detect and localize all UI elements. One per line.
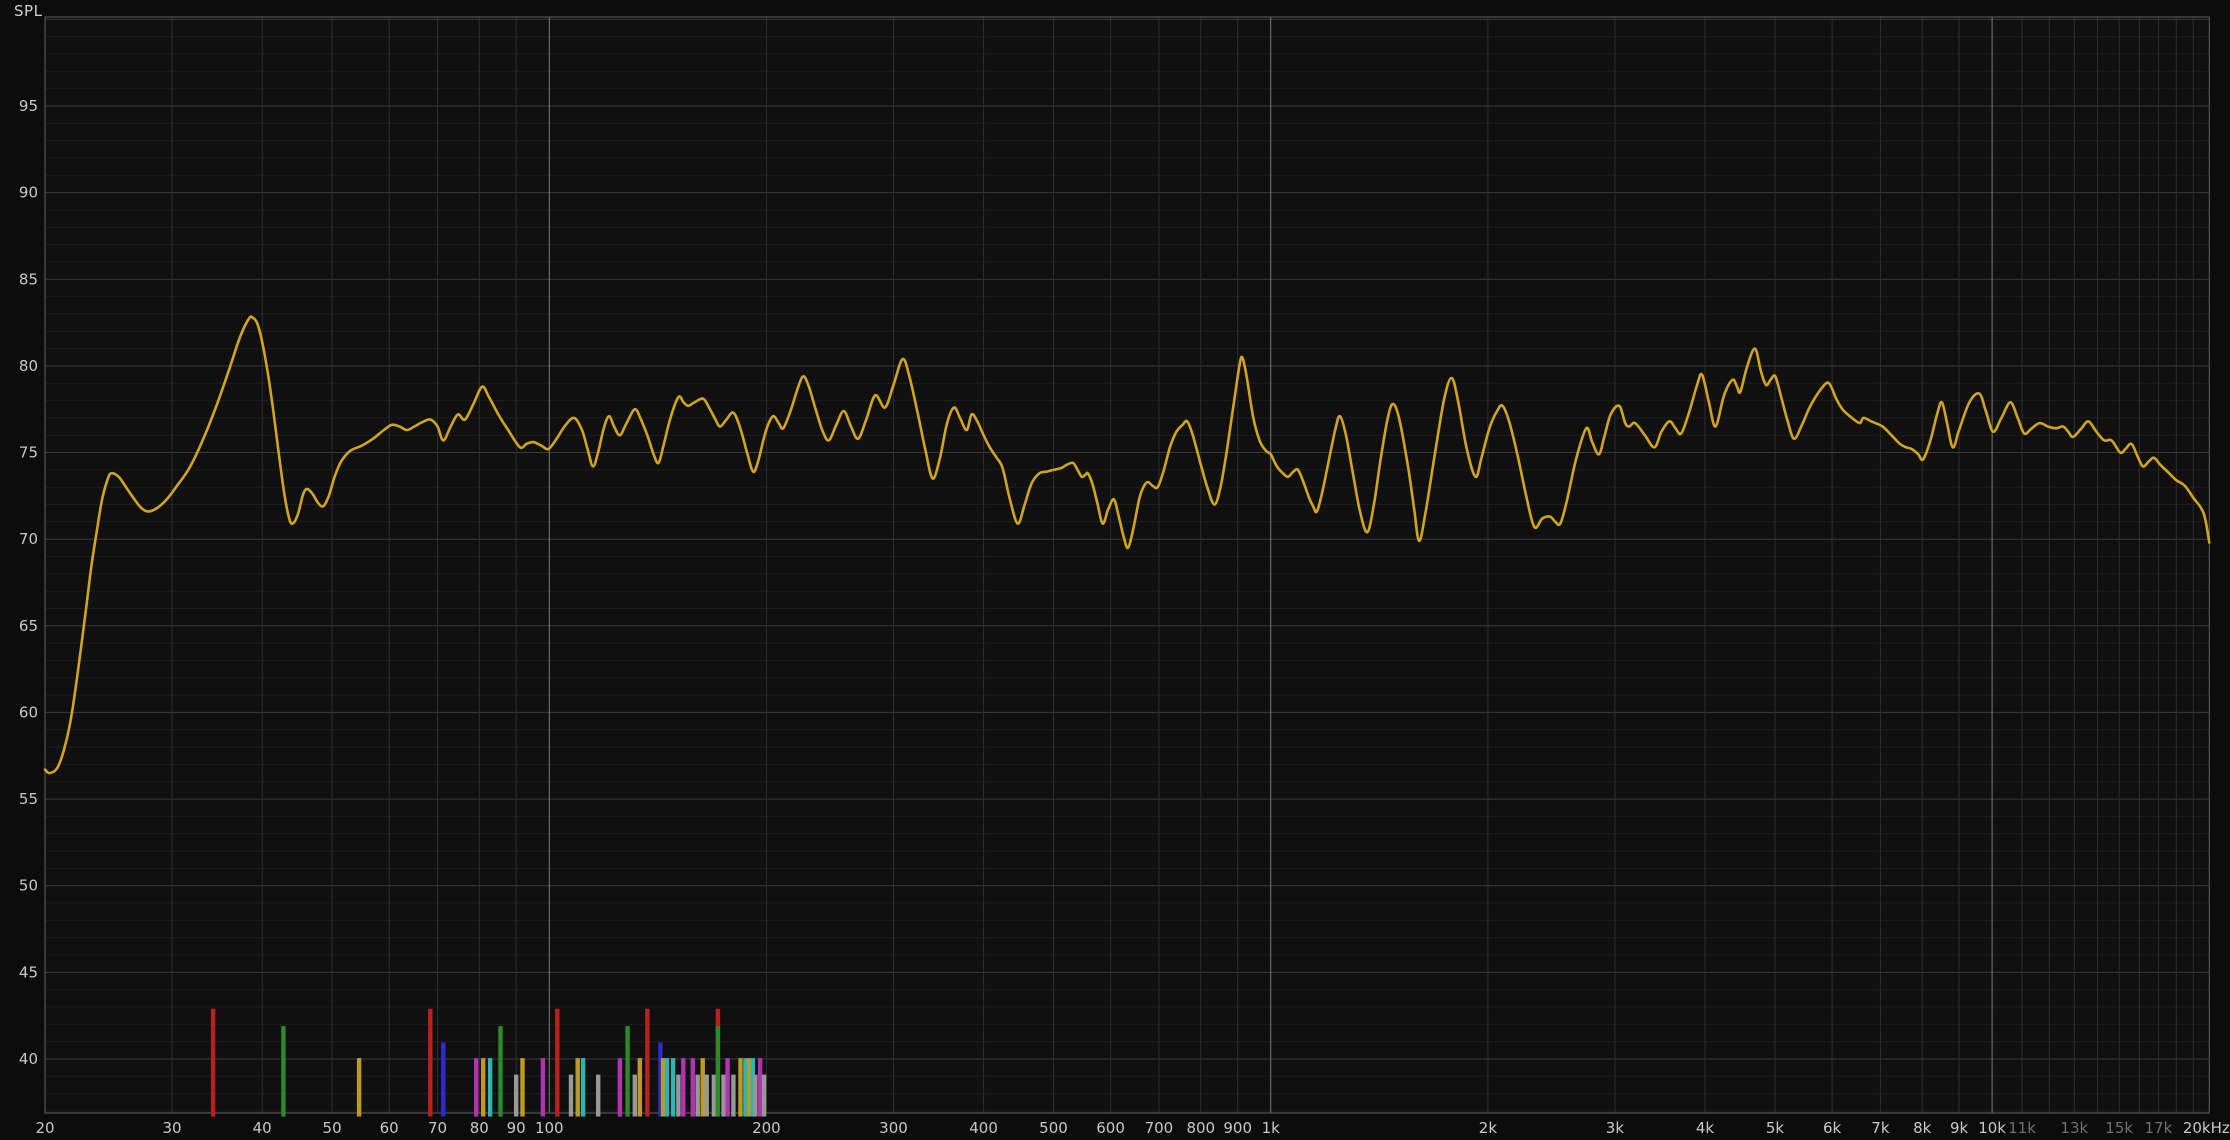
svg-text:75: 75 — [19, 444, 38, 462]
svg-text:11k: 11k — [2008, 1119, 2036, 1137]
svg-text:40: 40 — [253, 1119, 272, 1137]
svg-text:100: 100 — [535, 1119, 564, 1137]
svg-text:30: 30 — [162, 1119, 181, 1137]
svg-text:60: 60 — [380, 1119, 399, 1137]
svg-text:700: 700 — [1145, 1119, 1174, 1137]
svg-text:50: 50 — [323, 1119, 342, 1137]
svg-text:4k: 4k — [1696, 1119, 1715, 1137]
svg-text:85: 85 — [19, 270, 38, 288]
svg-text:900: 900 — [1223, 1119, 1252, 1137]
svg-text:70: 70 — [428, 1119, 447, 1137]
svg-text:10k: 10k — [1978, 1119, 2006, 1137]
svg-text:20kHz: 20kHz — [2183, 1119, 2230, 1137]
svg-text:45: 45 — [19, 963, 38, 981]
spl-frequency-response-plot[interactable]: 95 90 85 80 75 70 65 60 55 50 45 40 20 30 40 50 60 70 80 90… — [0, 0, 2230, 1140]
svg-text:80: 80 — [470, 1119, 489, 1137]
svg-text:9k: 9k — [1950, 1119, 1969, 1137]
svg-text:90: 90 — [507, 1119, 526, 1137]
svg-text:200: 200 — [752, 1119, 781, 1137]
svg-text:80: 80 — [19, 357, 38, 375]
svg-text:8k: 8k — [1913, 1119, 1932, 1137]
svg-text:2k: 2k — [1479, 1119, 1498, 1137]
svg-text:15k: 15k — [2105, 1119, 2133, 1137]
svg-text:65: 65 — [19, 617, 38, 635]
svg-text:5k: 5k — [1766, 1119, 1785, 1137]
spl-measurement-window: 95 90 85 80 75 70 65 60 55 50 45 40 20 30 40 50 60 70 80 90… — [0, 0, 2230, 1140]
svg-text:90: 90 — [19, 184, 38, 202]
svg-text:40: 40 — [19, 1050, 38, 1068]
svg-text:600: 600 — [1096, 1119, 1125, 1137]
svg-text:500: 500 — [1039, 1119, 1068, 1137]
svg-text:300: 300 — [879, 1119, 908, 1137]
svg-text:1k: 1k — [1262, 1119, 1281, 1137]
svg-text:7k: 7k — [1871, 1119, 1890, 1137]
svg-text:95: 95 — [19, 97, 38, 115]
svg-text:70: 70 — [19, 530, 38, 548]
svg-text:20: 20 — [35, 1119, 54, 1137]
svg-text:17k: 17k — [2145, 1119, 2173, 1137]
svg-text:400: 400 — [969, 1119, 998, 1137]
svg-text:50: 50 — [19, 877, 38, 895]
svg-text:3k: 3k — [1606, 1119, 1625, 1137]
svg-text:55: 55 — [19, 790, 38, 808]
y-axis-title: SPL — [14, 2, 42, 20]
svg-text:800: 800 — [1186, 1119, 1215, 1137]
svg-text:13k: 13k — [2060, 1119, 2088, 1137]
svg-text:6k: 6k — [1823, 1119, 1842, 1137]
svg-text:60: 60 — [19, 703, 38, 721]
